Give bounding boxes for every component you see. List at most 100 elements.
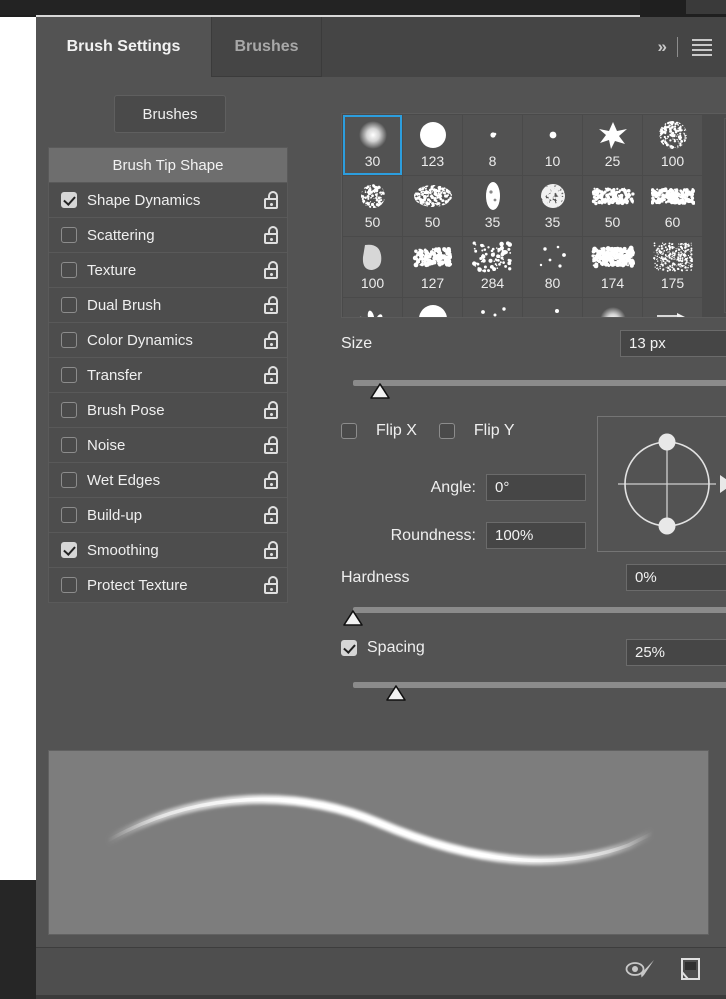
sidebar-item-label: Color Dynamics <box>87 331 193 349</box>
brush-preset-cell[interactable]: 50 <box>403 176 462 236</box>
checkbox-wet-edges[interactable] <box>61 472 77 488</box>
brush-preset-cell[interactable] <box>643 298 702 317</box>
sidebar-item-brush-tip-shape[interactable]: Brush Tip Shape <box>49 148 287 182</box>
spacing-label: Spacing <box>367 639 425 656</box>
brush-preset-cell[interactable]: 50 <box>343 176 402 236</box>
checkbox-texture[interactable] <box>61 262 77 278</box>
rough-streak-icon <box>591 180 635 212</box>
sidebar-item-wet-edges[interactable]: Wet Edges <box>49 462 287 497</box>
brush-preset-size: 100 <box>660 153 685 169</box>
checkbox-build-up[interactable] <box>61 507 77 523</box>
live-brush-tip-preview-icon[interactable] <box>624 958 658 985</box>
sidebar-item-brush-pose[interactable]: Brush Pose <box>49 392 287 427</box>
flip-x-checkbox[interactable]: Flip X <box>341 422 417 440</box>
panel-menu-icon[interactable] <box>690 37 714 58</box>
brush-preset-cell[interactable]: 284 <box>463 237 522 297</box>
flat-marker-icon <box>651 302 695 317</box>
brush-preset-cell[interactable]: 30 <box>343 115 402 175</box>
sidebar-item-scattering[interactable]: Scattering <box>49 217 287 252</box>
flip-x-checkbox-box <box>341 423 357 439</box>
brush-preset-cell[interactable] <box>583 298 642 317</box>
brush-preset-cell[interactable]: 35 <box>463 176 522 236</box>
size-label: Size <box>341 335 373 352</box>
unlocked-padlock-icon[interactable] <box>264 226 279 244</box>
angle-input[interactable] <box>486 474 586 501</box>
brush-preset-cell[interactable]: 123 <box>403 115 462 175</box>
unlocked-padlock-icon[interactable] <box>264 296 279 314</box>
size-input[interactable] <box>620 330 726 357</box>
unlocked-padlock-icon[interactable] <box>264 261 279 279</box>
flip-y-checkbox[interactable]: Flip Y <box>438 422 515 440</box>
noise-round-icon <box>651 119 695 151</box>
unlocked-padlock-icon[interactable] <box>264 471 279 489</box>
brush-preset-size: 123 <box>420 153 445 169</box>
sidebar-item-smoothing[interactable]: Smoothing <box>49 532 287 567</box>
spacing-slider-track[interactable] <box>353 682 726 701</box>
unlocked-padlock-icon[interactable] <box>264 541 279 559</box>
checkbox-shape-dynamics[interactable] <box>61 192 77 208</box>
brush-preset-cell[interactable]: 35 <box>523 176 582 236</box>
spacing-checkbox[interactable] <box>341 640 357 656</box>
grain-round-icon <box>351 180 395 212</box>
brushes-button[interactable]: Brushes <box>114 95 226 133</box>
panel-bottom-edge <box>36 995 726 999</box>
sidebar-item-protect-texture[interactable]: Protect Texture <box>49 567 287 602</box>
spacing-input[interactable] <box>626 639 726 666</box>
checkbox-smoothing[interactable] <box>61 542 77 558</box>
spacing-slider-handle[interactable] <box>386 685 406 702</box>
hardness-slider-handle[interactable] <box>343 610 363 627</box>
chevron-double-right-icon[interactable]: » <box>658 37 668 57</box>
sidebar-item-dual-brush[interactable]: Dual Brush <box>49 287 287 322</box>
panel-tab-actions: » <box>658 17 714 77</box>
create-new-brush-icon[interactable] <box>680 957 702 986</box>
unlocked-padlock-icon[interactable] <box>264 401 279 419</box>
unlocked-padlock-icon[interactable] <box>264 331 279 349</box>
brush-preset-cell[interactable] <box>523 298 582 317</box>
roundness-input[interactable] <box>486 522 586 549</box>
unlocked-padlock-icon[interactable] <box>264 576 279 594</box>
brush-preset-cell[interactable]: 25 <box>583 115 642 175</box>
checkbox-color-dynamics[interactable] <box>61 332 77 348</box>
unlocked-padlock-icon[interactable] <box>264 436 279 454</box>
brush-preset-cell[interactable]: 10 <box>523 115 582 175</box>
hardness-row: Hardness <box>341 564 726 592</box>
hardness-input[interactable] <box>626 564 726 591</box>
unlocked-padlock-icon[interactable] <box>264 191 279 209</box>
sidebar-item-transfer[interactable]: Transfer <box>49 357 287 392</box>
sidebar-item-shape-dynamics[interactable]: Shape Dynamics <box>49 182 287 217</box>
tab-brushes[interactable]: Brushes <box>212 17 322 77</box>
brush-preset-cell[interactable]: 175 <box>643 237 702 297</box>
brush-preset-cell[interactable] <box>403 298 462 317</box>
brush-preset-cell[interactable]: 80 <box>523 237 582 297</box>
brush-preset-cell[interactable]: 174 <box>583 237 642 297</box>
sidebar-item-label: Shape Dynamics <box>87 191 201 209</box>
unlocked-padlock-icon[interactable] <box>264 366 279 384</box>
sidebar-item-color-dynamics[interactable]: Color Dynamics <box>49 322 287 357</box>
brush-preset-cell[interactable]: 60 <box>643 176 702 236</box>
tab-brush-settings[interactable]: Brush Settings <box>36 17 212 77</box>
brush-preset-cell[interactable]: 100 <box>343 237 402 297</box>
brush-preset-cell[interactable]: 100 <box>643 115 702 175</box>
angle-roundness-dial[interactable] <box>597 416 726 552</box>
title-bar-right-segment <box>686 0 726 14</box>
size-slider-handle[interactable] <box>370 383 391 400</box>
checkbox-dual-brush[interactable] <box>61 297 77 313</box>
checkbox-protect-texture[interactable] <box>61 577 77 593</box>
hardness-slider-track[interactable] <box>343 607 726 626</box>
checkbox-transfer[interactable] <box>61 367 77 383</box>
sidebar-item-texture[interactable]: Texture <box>49 252 287 287</box>
sidebar-item-build-up[interactable]: Build-up <box>49 497 287 532</box>
brush-preset-cell[interactable]: 127 <box>403 237 462 297</box>
checkbox-noise[interactable] <box>61 437 77 453</box>
brush-preset-grid[interactable]: 30 123 8 10 25 100 50 50 35 35 50 60 100 127 284 80 174 1… <box>341 113 726 318</box>
brush-preset-cell[interactable]: 50 <box>583 176 642 236</box>
sidebar-item-noise[interactable]: Noise <box>49 427 287 462</box>
brush-preset-cell[interactable] <box>463 298 522 317</box>
unlocked-padlock-icon[interactable] <box>264 506 279 524</box>
spatter-icon <box>471 241 515 273</box>
checkbox-scattering[interactable] <box>61 227 77 243</box>
brush-preset-cell[interactable] <box>343 298 402 317</box>
brush-preset-cell[interactable]: 8 <box>463 115 522 175</box>
size-slider-track[interactable] <box>353 380 726 399</box>
checkbox-brush-pose[interactable] <box>61 402 77 418</box>
